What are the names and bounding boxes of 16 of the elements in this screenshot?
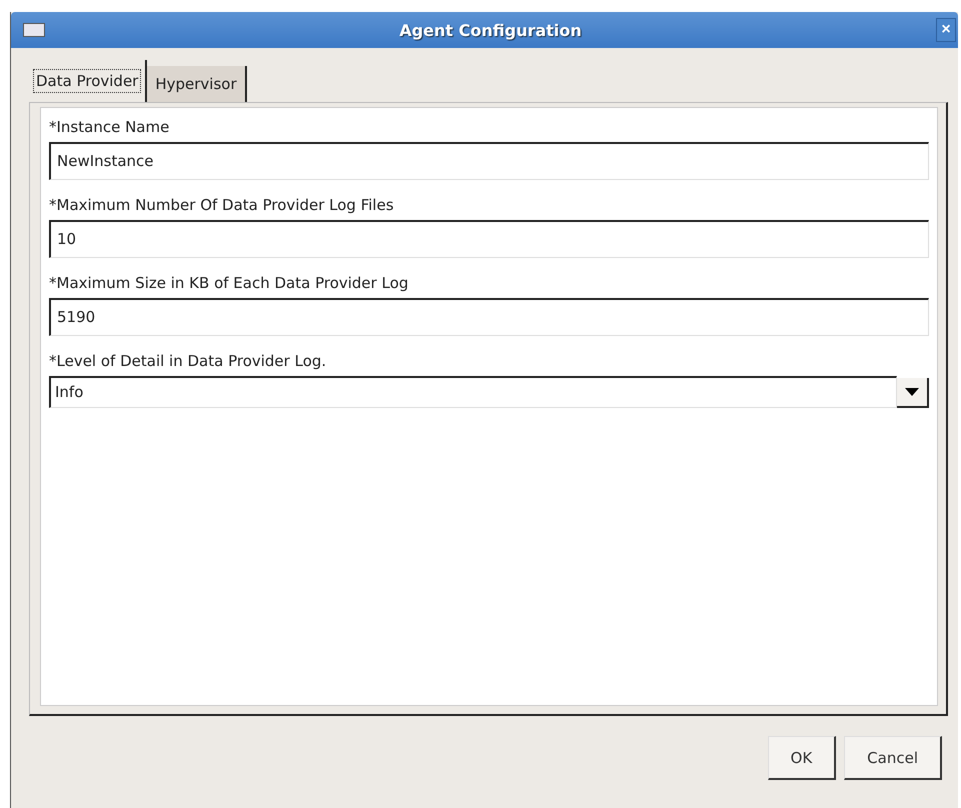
input-field[interactable]: 5190 bbox=[49, 298, 929, 336]
close-button[interactable]: × bbox=[936, 18, 956, 42]
field-label: *Level of Detail in Data Provider Log. bbox=[49, 352, 326, 370]
dropdown-button[interactable] bbox=[897, 378, 929, 408]
field-label: *Instance Name bbox=[49, 118, 170, 136]
tab[interactable]: Hypervisor bbox=[147, 66, 247, 102]
window-title: Agent Configuration bbox=[398, 20, 583, 40]
dropdown-field[interactable]: Info bbox=[49, 376, 897, 408]
field-label: *Maximum Size in KB of Each Data Provider Log bbox=[49, 274, 408, 292]
caret-icon bbox=[905, 388, 919, 396]
input-field[interactable]: 10 bbox=[49, 220, 929, 258]
cancel-button[interactable]: Cancel bbox=[844, 736, 942, 780]
field-label: *Maximum Number Of Data Provider Log Files bbox=[49, 196, 394, 214]
ok-button[interactable]: OK bbox=[768, 736, 836, 780]
input-field[interactable]: NewInstance bbox=[49, 142, 929, 180]
window-menu-icon[interactable] bbox=[23, 23, 45, 37]
